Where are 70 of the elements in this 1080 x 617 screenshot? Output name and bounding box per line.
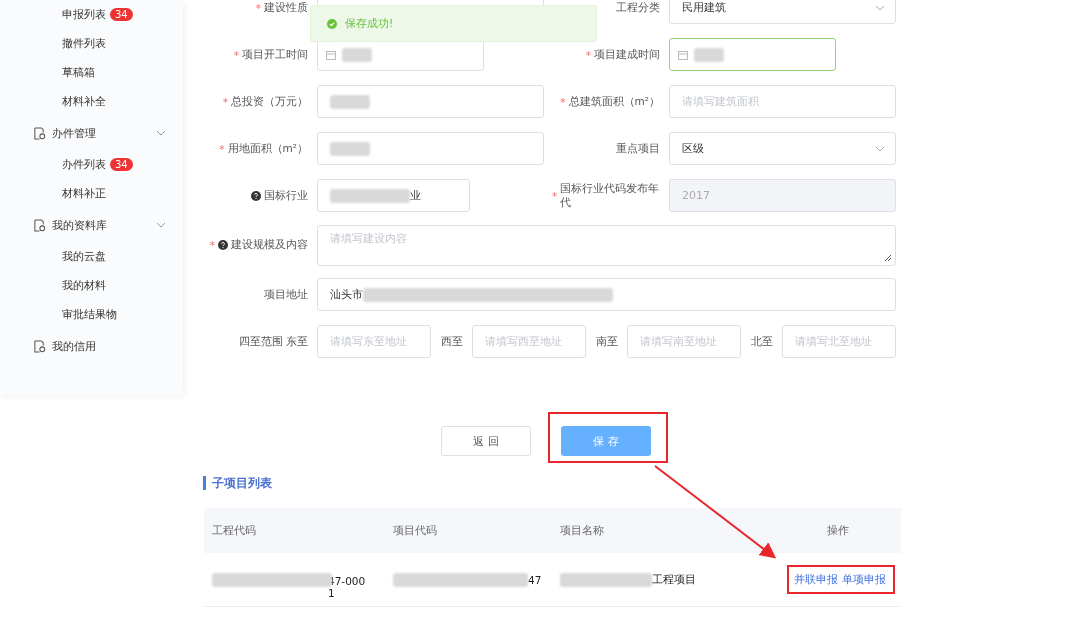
field-label: 建设规模及内容	[231, 238, 308, 252]
select-field[interactable]: 区级	[669, 132, 896, 165]
field-label: 四至范围 东至	[237, 334, 309, 349]
sidebar-group[interactable]: 我的资料库	[52, 217, 156, 233]
field-label: 西至	[439, 334, 464, 349]
table-cell: 工程项目	[652, 572, 696, 587]
field-label: 工程分类	[616, 0, 660, 15]
sidebar-item[interactable]: 撤件列表	[62, 36, 106, 51]
field-label: 建设性质	[264, 0, 308, 15]
document-icon	[33, 126, 46, 140]
input-field[interactable]	[317, 132, 544, 165]
document-icon	[33, 218, 46, 232]
field-label: 重点项目	[616, 141, 660, 156]
sidebar-group[interactable]: 我的信用	[52, 338, 166, 354]
required-mark: *	[222, 95, 228, 108]
check-circle-icon	[327, 18, 337, 29]
count-badge: 34	[110, 158, 133, 171]
field-label: 国标行业代码发布年代	[560, 181, 660, 210]
field-label: 南至	[594, 334, 619, 349]
sidebar-item[interactable]: 材料补全	[62, 94, 106, 109]
column-header: 项目代码	[392, 523, 438, 538]
sidebar-item[interactable]: 申报列表	[62, 7, 106, 22]
calendar-icon	[326, 49, 336, 60]
column-header: 工程代码	[211, 523, 257, 538]
table-cell: 47	[528, 573, 542, 586]
chevron-icon	[875, 146, 885, 152]
column-header: 项目名称	[559, 523, 605, 538]
field-label: 项目地址	[264, 287, 308, 302]
action-link[interactable]: 并联申报	[794, 572, 838, 587]
success-toast: 保存成功!	[310, 5, 597, 42]
help-icon[interactable]	[251, 190, 261, 201]
chevron-icon	[875, 5, 885, 11]
field-label: 总建筑面积（m²）	[568, 94, 660, 109]
sidebar-item[interactable]: 草稿箱	[62, 65, 95, 80]
chevron-icon[interactable]	[156, 130, 166, 136]
required-mark: *	[255, 1, 261, 14]
field-label: 用地面积（m²）	[227, 141, 308, 156]
required-mark: *	[209, 239, 215, 251]
field-label: 总投资（万元）	[231, 94, 308, 109]
sidebar-item[interactable]: 审批结果物	[62, 307, 117, 322]
sidebar-group[interactable]: 办件管理	[52, 125, 156, 141]
field-label: 项目建成时间	[594, 47, 660, 62]
required-mark: *	[560, 95, 566, 108]
field-label: 国标行业	[264, 188, 308, 203]
input-field[interactable]	[317, 85, 544, 118]
sidebar-item[interactable]: 办件列表	[62, 157, 106, 172]
field-label: 项目开工时间	[242, 47, 308, 62]
back-button[interactable]: 返 回	[441, 426, 531, 456]
field-label: 北至	[749, 334, 774, 349]
sidebar-item[interactable]: 材料补正	[62, 186, 106, 201]
count-badge: 34	[110, 8, 133, 21]
required-mark: *	[552, 189, 558, 202]
table-cell: 47-000 1	[328, 574, 366, 599]
action-link[interactable]: 单项申报	[842, 572, 886, 587]
sidebar-item[interactable]: 我的材料	[62, 278, 106, 293]
calendar-icon	[678, 49, 688, 60]
document-icon	[33, 339, 46, 353]
resize-handle-icon[interactable]	[884, 253, 892, 262]
input-field[interactable]: 业	[317, 179, 470, 212]
sidebar-item[interactable]: 我的云盘	[62, 249, 106, 264]
help-icon[interactable]	[218, 240, 228, 250]
required-mark: *	[233, 48, 239, 61]
select-field[interactable]: 民用建筑	[669, 0, 896, 24]
required-mark: *	[219, 142, 225, 155]
section-title: 子项目列表	[203, 476, 272, 490]
required-mark: *	[585, 48, 591, 61]
date-field[interactable]	[669, 38, 836, 71]
column-header: 操作	[826, 523, 850, 538]
chevron-icon[interactable]	[156, 222, 166, 228]
input-field[interactable]: 汕头市	[317, 278, 896, 311]
